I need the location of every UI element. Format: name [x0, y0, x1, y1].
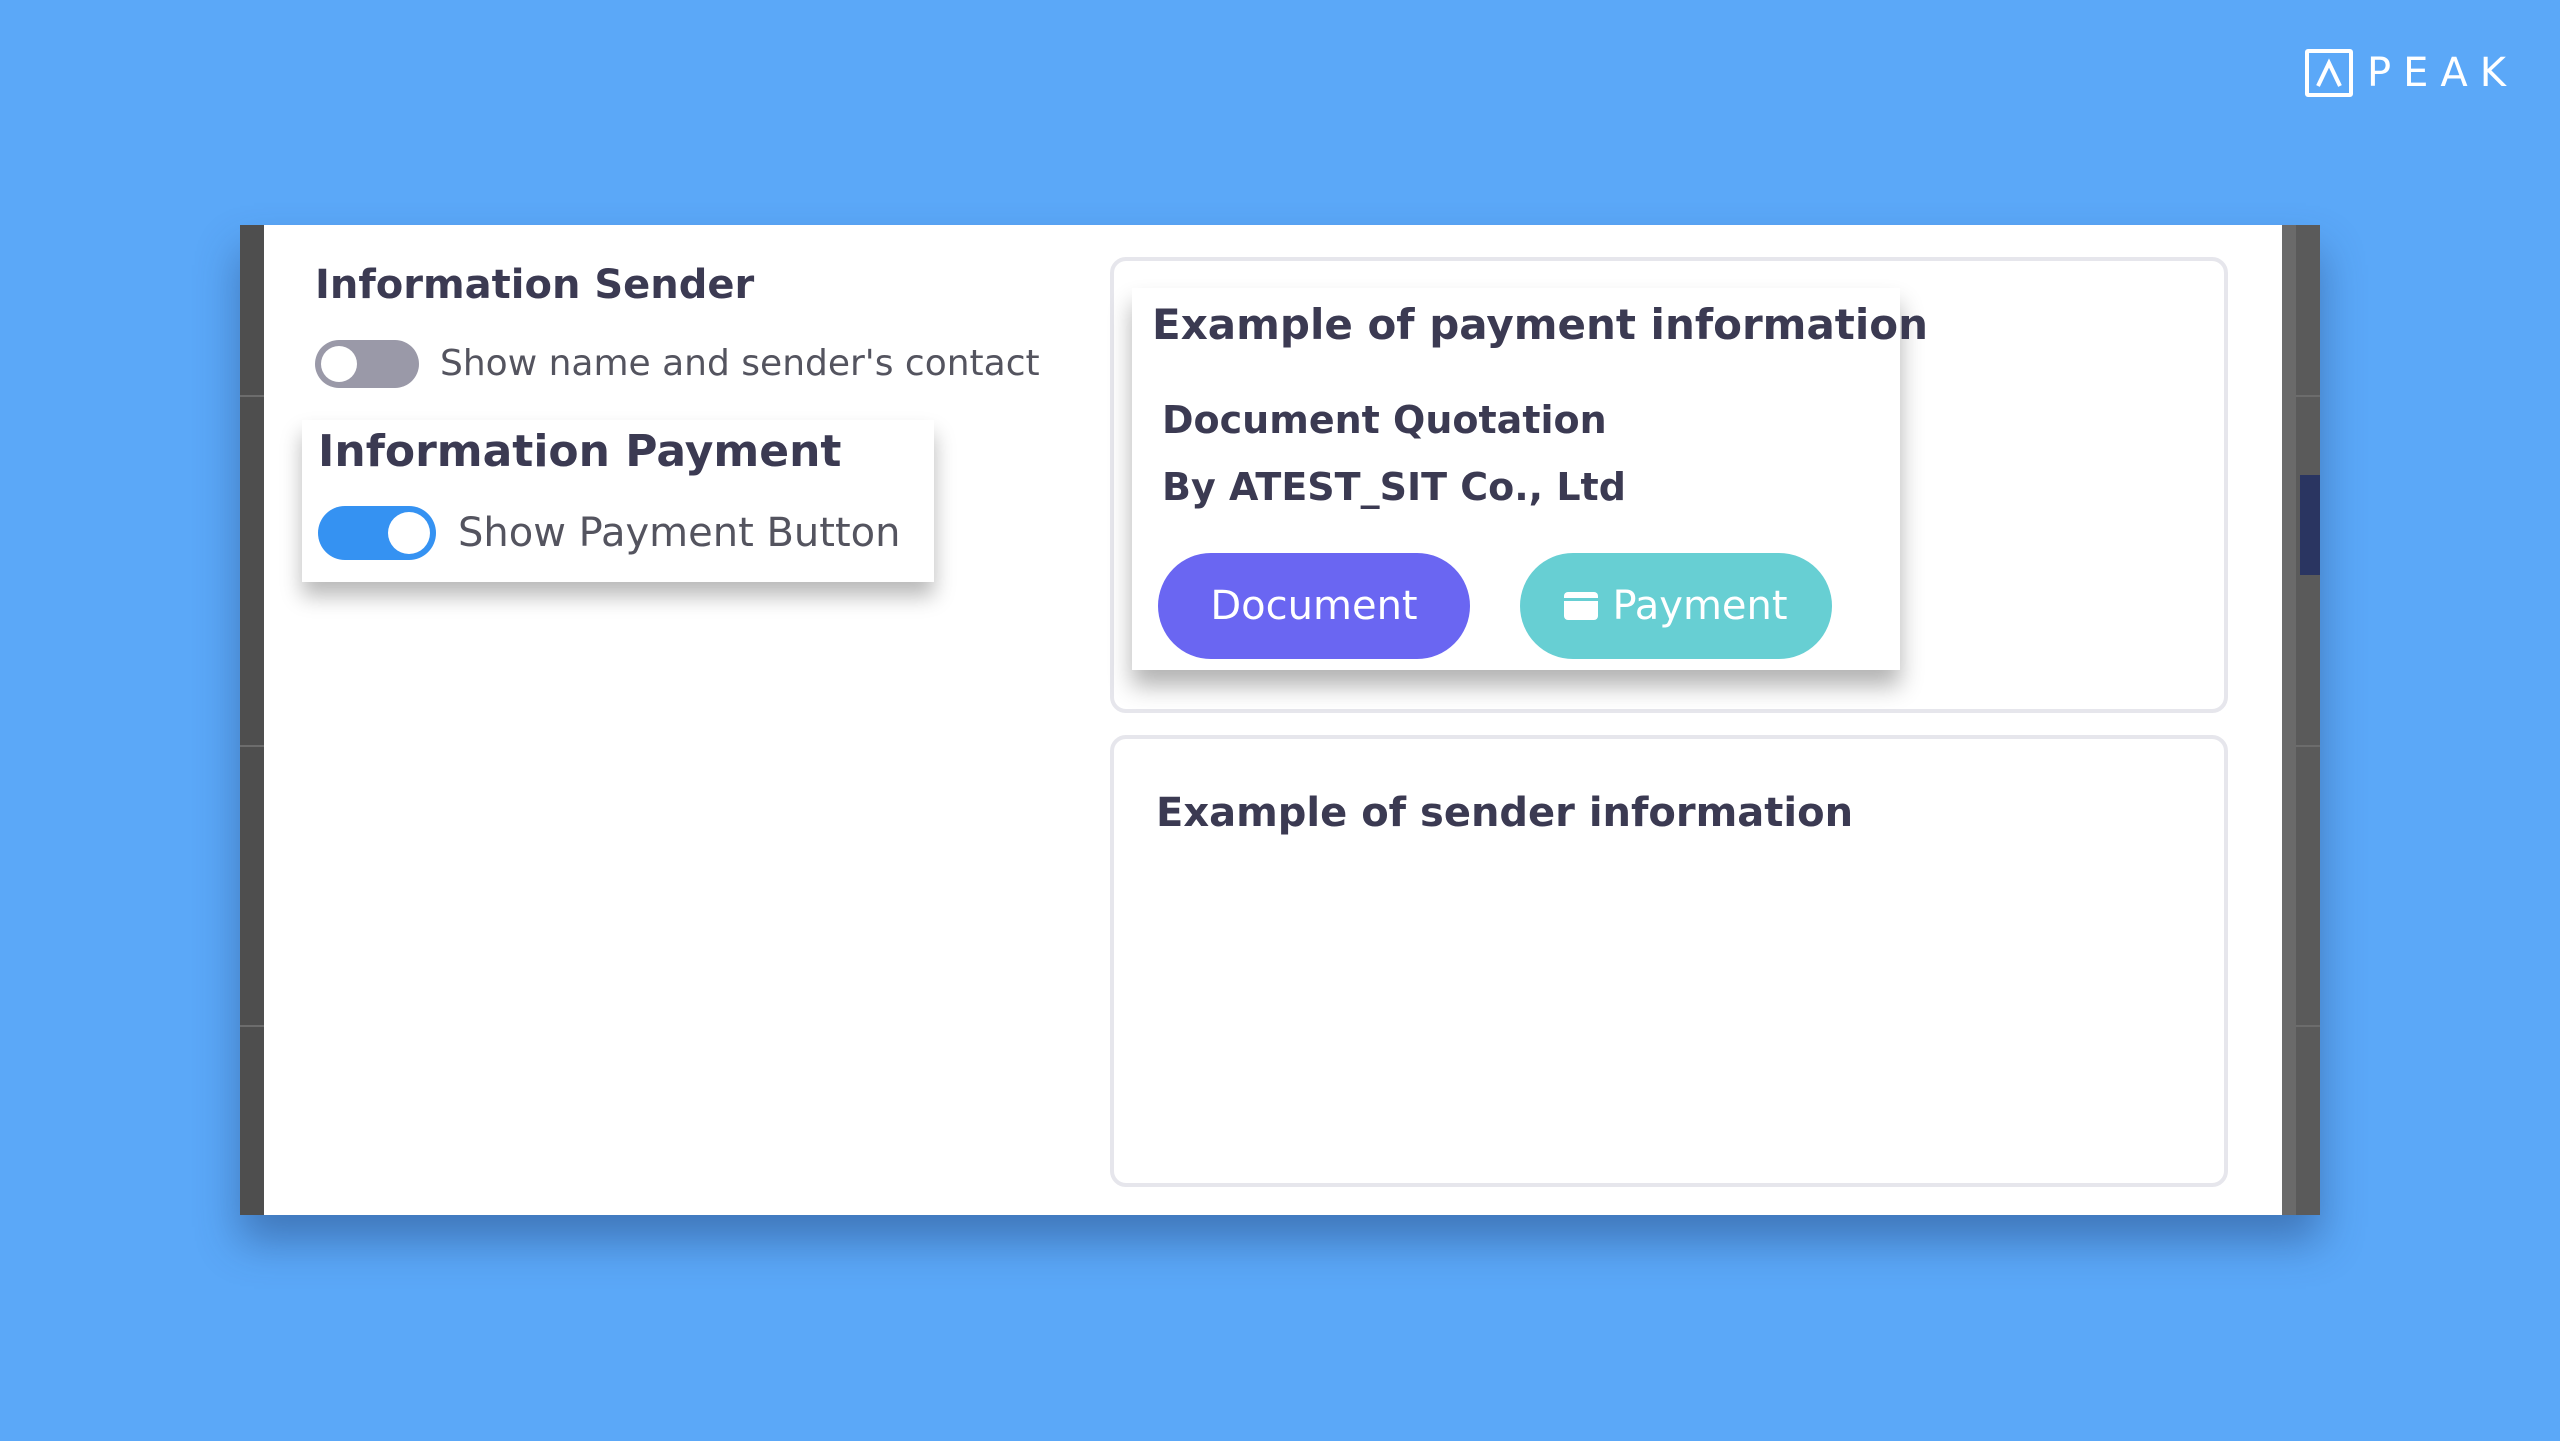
sender-section-title: Information Sender — [315, 262, 755, 308]
background-scrollbar — [2296, 225, 2320, 1215]
sender-example-title: Example of sender information — [1156, 790, 1854, 836]
payment-section-title: Information Payment — [318, 426, 842, 477]
background-button — [2300, 475, 2320, 575]
document-button-label: Document — [1210, 583, 1418, 629]
peak-logo-icon — [2305, 49, 2353, 97]
background-divider — [2296, 745, 2320, 747]
payment-example-document: Document Quotation — [1162, 398, 1607, 442]
background-divider — [2296, 395, 2320, 397]
background-divider — [240, 395, 264, 397]
background-divider — [240, 745, 264, 747]
toggle-knob — [321, 346, 357, 382]
payment-example-title: Example of payment information — [1152, 300, 1929, 349]
wallet-icon — [1564, 592, 1599, 620]
payment-button-toggle-label: Show Payment Button — [458, 510, 901, 556]
sender-contact-toggle[interactable] — [315, 340, 419, 388]
payment-example-company: By ATEST_SIT Co., Ltd — [1162, 465, 1626, 509]
payment-button-label: Payment — [1612, 583, 1788, 629]
sender-contact-toggle-label: Show name and sender's contact — [440, 343, 1040, 384]
background-app-left-edge — [240, 225, 264, 1215]
payment-button[interactable]: Payment — [1520, 553, 1832, 659]
toggle-knob — [388, 512, 430, 554]
peak-logo: PEAK — [2305, 47, 2518, 99]
payment-button-toggle[interactable] — [318, 506, 436, 560]
brand-name: PEAK — [2367, 50, 2518, 96]
background-divider — [240, 1025, 264, 1027]
background-divider — [2296, 1025, 2320, 1027]
document-button[interactable]: Document — [1158, 553, 1470, 659]
